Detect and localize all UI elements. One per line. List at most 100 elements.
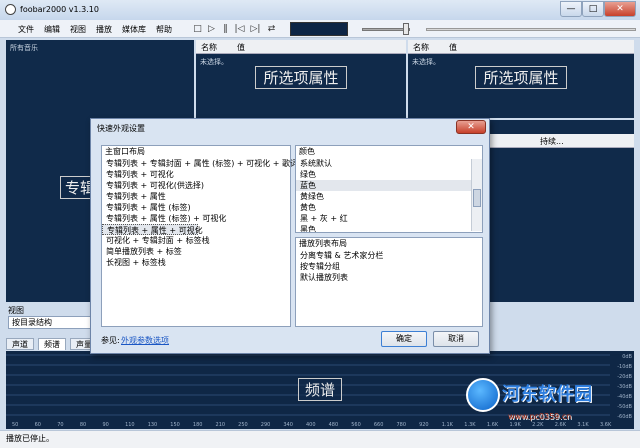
menu-edit[interactable]: 编辑 [44, 24, 60, 35]
appearance-options-link[interactable]: 外观参数选项 [121, 335, 169, 346]
play-icon[interactable]: ▷ [206, 24, 217, 35]
column-name-left[interactable]: 名称 [201, 42, 217, 53]
status-text: 播放已停止。 [6, 434, 54, 443]
spectrum-x-tick: 50 [12, 422, 18, 428]
spectrum-y-tick: 0dB [622, 354, 632, 360]
spectrum-x-tick: 290 [261, 422, 271, 428]
maximize-button[interactable]: □ [582, 1, 604, 17]
scrollbar-thumb[interactable] [473, 189, 481, 207]
color-list-header: 颜色 [299, 147, 315, 156]
layout-list-header: 主窗口布局 [105, 147, 145, 156]
spectrum-x-tick: 210 [216, 422, 226, 428]
random-icon[interactable]: ⇄ [266, 24, 277, 35]
properties-placeholder-left: 所选项属性 [255, 66, 347, 89]
menu-help[interactable]: 帮助 [156, 24, 172, 35]
watermark-logo-icon [466, 378, 500, 412]
spectrum-y-tick: -10dB [617, 364, 632, 370]
minimize-button[interactable]: — [560, 1, 582, 17]
color-item[interactable]: 绿色 [296, 169, 482, 180]
column-value-left[interactable]: 值 [237, 42, 245, 53]
spectrum-x-tick: 180 [193, 422, 203, 428]
spectrum-x-tick: 920 [419, 422, 429, 428]
column-value-right[interactable]: 值 [449, 42, 457, 53]
tab-spectrum[interactable]: 频谱 [38, 338, 66, 350]
menu-playback[interactable]: 播放 [96, 24, 112, 35]
foobar-app-icon [5, 4, 16, 15]
empty-text-left: 未选择。 [200, 58, 228, 66]
spectrum-x-tick: 1.6K [487, 422, 499, 428]
spectrum-x-tick: 1.1K [442, 422, 454, 428]
playlist-layout-header: 播放列表布局 [299, 239, 347, 248]
color-list[interactable]: 颜色 系统默认 绿色 蓝色 黄绿色 黄色 黑 + 灰 + 红 黑色 [295, 145, 483, 233]
watermark-url: www.pc0359.cn [508, 412, 572, 421]
layout-item-selected[interactable]: 专辑列表 + 属性 + 可视化 [102, 224, 203, 235]
layout-item[interactable]: 简单播放列表 + 标签 [102, 246, 290, 257]
spectrum-y-tick: -60dB [617, 414, 632, 420]
stop-icon[interactable]: □ [192, 24, 203, 35]
tab-channels[interactable]: 声道 [6, 338, 34, 350]
spectrum-y-tick: -50dB [617, 404, 632, 410]
layout-item[interactable]: 专辑列表 + 可视化 [102, 169, 290, 180]
playlist-layout-item[interactable]: 分离专辑 & 艺术家分栏 [296, 250, 482, 261]
layout-item[interactable]: 专辑列表 + 可视化(供选择) [102, 180, 290, 191]
library-header: 所有音乐 [10, 44, 38, 52]
spectrum-x-tick: 80 [80, 422, 86, 428]
layout-item[interactable]: 专辑列表 + 属性 (标签) + 可视化 [102, 213, 290, 224]
layout-item[interactable]: 专辑列表 + 属性 (标签) [102, 202, 290, 213]
playlist-layout-list[interactable]: 播放列表布局 分离专辑 & 艺术家分栏 按专辑分组 默认播放列表 [295, 237, 483, 327]
layout-item[interactable]: 专辑列表 + 属性 [102, 191, 290, 202]
color-list-scrollbar[interactable] [471, 159, 482, 231]
next-icon[interactable]: ▷| [250, 24, 261, 35]
see-also-label: 参见: [101, 336, 120, 345]
color-item-selected[interactable]: 蓝色 [296, 180, 482, 191]
properties-placeholder-right: 所选项属性 [475, 66, 567, 89]
spectrum-x-tick: 2.6K [555, 422, 567, 428]
spectrum-x-tick: 660 [374, 422, 384, 428]
spectrum-placeholder: 频谱 [298, 378, 342, 401]
view-label: 视图 [8, 306, 24, 315]
window-title: foobar2000 v1.3.10 [20, 5, 99, 14]
spectrum-x-tick: 3.6K [600, 422, 612, 428]
spectrum-x-tick: 340 [283, 422, 293, 428]
color-item[interactable]: 系统默认 [296, 158, 482, 169]
color-item[interactable]: 黑色 [296, 224, 482, 232]
spectrum-x-tick: 560 [351, 422, 361, 428]
dialog-close-button[interactable]: ✕ [456, 120, 486, 134]
dialog-title: 快速外观设置 [97, 124, 145, 133]
column-duration[interactable]: 持续... [540, 136, 564, 147]
spectrum-x-tick: 3.1K [577, 422, 589, 428]
spectrum-x-tick: 250 [238, 422, 248, 428]
spectrum-x-tick: 1.3K [464, 422, 476, 428]
spectrum-x-tick: 400 [306, 422, 316, 428]
pause-icon[interactable]: ‖ [220, 24, 231, 35]
volume-slider-thumb[interactable] [403, 23, 409, 35]
properties-header-right [408, 40, 634, 54]
spectrum-x-tick: 130 [148, 422, 158, 428]
spectrum-x-tick: 110 [125, 422, 135, 428]
mini-visualization [290, 22, 348, 36]
color-item[interactable]: 黄色 [296, 202, 482, 213]
layout-item[interactable]: 长视图 + 标签栈 [102, 257, 290, 268]
layout-item[interactable]: 可视化 + 专辑封面 + 标签栈 [102, 235, 290, 246]
close-window-button[interactable]: ✕ [604, 1, 636, 17]
properties-header-left [196, 40, 406, 54]
menu-library[interactable]: 媒体库 [122, 24, 146, 35]
previous-icon[interactable]: |◁ [234, 24, 245, 35]
layout-list[interactable]: 主窗口布局 专辑列表 + 专辑封面 + 属性 (标签) + 可视化 + 歌词 专… [101, 145, 298, 327]
spectrum-x-tick: 70 [57, 422, 63, 428]
quick-appearance-dialog: 快速外观设置 ✕ 主窗口布局 专辑列表 + 专辑封面 + 属性 (标签) + 可… [90, 118, 490, 354]
color-item[interactable]: 黑 + 灰 + 红 [296, 213, 482, 224]
menu-view[interactable]: 视图 [70, 24, 86, 35]
spectrum-y-tick: -30dB [617, 384, 632, 390]
menu-file[interactable]: 文件 [18, 24, 34, 35]
status-bar [0, 430, 640, 448]
playlist-layout-item[interactable]: 默认播放列表 [296, 272, 482, 283]
ok-button[interactable]: 确定 [381, 331, 427, 347]
seek-bar[interactable] [426, 28, 636, 31]
spectrum-y-tick: -20dB [617, 374, 632, 380]
layout-item[interactable]: 专辑列表 + 专辑封面 + 属性 (标签) + 可视化 + 歌词 [102, 158, 298, 169]
column-name-right[interactable]: 名称 [413, 42, 429, 53]
cancel-button[interactable]: 取消 [433, 331, 479, 347]
playlist-layout-item[interactable]: 按专辑分组 [296, 261, 482, 272]
color-item[interactable]: 黄绿色 [296, 191, 482, 202]
